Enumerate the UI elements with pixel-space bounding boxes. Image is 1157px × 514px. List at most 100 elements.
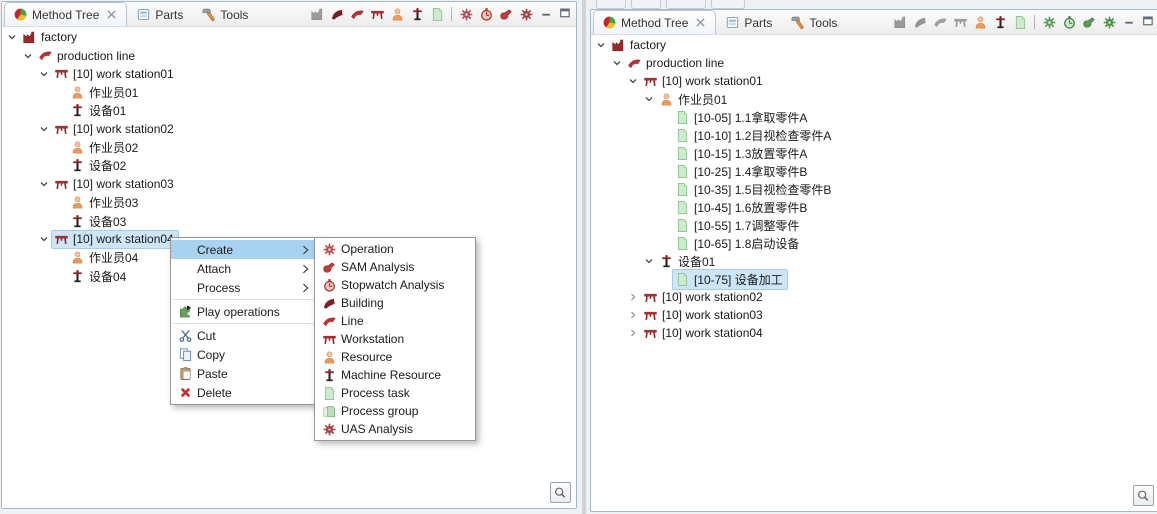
workstation-button[interactable] bbox=[367, 5, 387, 24]
tree-item-body[interactable]: [10-10] 1.2目视检查零件A bbox=[673, 126, 835, 145]
menu-item-uas-analysis[interactable]: UAS Analysis bbox=[315, 420, 475, 438]
tree-item-body[interactable]: [10] work station04 bbox=[641, 325, 767, 342]
tree-item[interactable]: production line bbox=[591, 54, 1157, 72]
tree-item-body[interactable]: [10-45] 1.6放置零件B bbox=[673, 198, 811, 217]
chevron-right-icon[interactable] bbox=[627, 309, 641, 321]
menu-item-cut[interactable]: Cut bbox=[171, 326, 316, 345]
tree-item[interactable]: [10-25] 1.4拿取零件B bbox=[591, 162, 1157, 180]
tab-parts[interactable]: Parts bbox=[716, 10, 781, 34]
menu-item-sam-analysis[interactable]: SAM Analysis bbox=[315, 258, 475, 276]
factory-button[interactable] bbox=[890, 13, 910, 32]
tree-item-body[interactable]: [10-15] 1.3放置零件A bbox=[673, 144, 811, 163]
menu-item-process-task[interactable]: Process task bbox=[315, 384, 475, 402]
tree-item-body[interactable]: factory bbox=[20, 29, 81, 46]
chevron-down-icon[interactable] bbox=[38, 233, 52, 245]
menu-item-operation[interactable]: Operation bbox=[315, 240, 475, 258]
chevron-right-icon[interactable] bbox=[627, 291, 641, 303]
chevron-down-icon[interactable] bbox=[6, 31, 20, 43]
tree-item[interactable]: [10] work station01 bbox=[2, 65, 576, 83]
menu-item-create[interactable]: Create bbox=[171, 240, 316, 259]
line-button[interactable] bbox=[930, 13, 950, 32]
chevron-down-icon[interactable] bbox=[611, 57, 625, 69]
chevron-down-icon[interactable] bbox=[38, 123, 52, 135]
tree-item[interactable]: 作业员01 bbox=[2, 83, 576, 101]
sam-button[interactable] bbox=[1079, 13, 1099, 32]
tree-item[interactable]: [10-75] 设备加工 bbox=[591, 270, 1157, 288]
tree-item-body[interactable]: [10] work station03 bbox=[52, 176, 178, 193]
chevron-down-icon[interactable] bbox=[38, 68, 52, 80]
tree-item[interactable]: 设备01 bbox=[591, 252, 1157, 270]
selected-tree-item[interactable]: [10] work station04 bbox=[52, 231, 178, 248]
tab-method-tree[interactable]: Method Tree bbox=[4, 2, 127, 26]
factory-button[interactable] bbox=[307, 5, 327, 24]
tree-item[interactable]: 设备03 bbox=[2, 212, 576, 230]
tree-item-body[interactable]: 作业员01 bbox=[68, 83, 142, 102]
minimize-view-button[interactable] bbox=[540, 7, 553, 18]
tree-item[interactable]: [10-45] 1.6放置零件B bbox=[591, 198, 1157, 216]
tree-item-body[interactable]: [10] work station02 bbox=[641, 289, 767, 306]
tree-item-body[interactable]: 设备01 bbox=[657, 252, 719, 271]
uas-button[interactable] bbox=[516, 5, 536, 24]
tab-tools[interactable]: Tools bbox=[781, 10, 846, 34]
tree-item-body[interactable]: [10-35] 1.5目视检查零件B bbox=[673, 180, 835, 199]
building-button[interactable] bbox=[910, 13, 930, 32]
menu-item-resource[interactable]: Resource bbox=[315, 348, 475, 366]
tree-item[interactable]: [10] work station02 bbox=[2, 120, 576, 138]
chevron-down-icon[interactable] bbox=[22, 50, 36, 62]
tree-item-body[interactable]: 设备02 bbox=[68, 156, 130, 175]
process-task-button[interactable] bbox=[1010, 13, 1030, 32]
tree-item[interactable]: production line bbox=[2, 46, 576, 64]
tree-item-body[interactable]: [10-55] 1.7调整零件 bbox=[673, 216, 803, 235]
tree-item[interactable]: 作业员01 bbox=[591, 90, 1157, 108]
tree-item[interactable]: 设备01 bbox=[2, 102, 576, 120]
menu-item-process-group[interactable]: Process group bbox=[315, 402, 475, 420]
tree-item-body[interactable]: 作业员01 bbox=[657, 90, 731, 109]
tree-item[interactable]: [10-55] 1.7调整零件 bbox=[591, 216, 1157, 234]
tree-item-body[interactable]: [10] work station03 bbox=[641, 307, 767, 324]
menu-item-workstation[interactable]: Workstation bbox=[315, 330, 475, 348]
chevron-down-icon[interactable] bbox=[38, 178, 52, 190]
tree-item[interactable]: [10-15] 1.3放置零件A bbox=[591, 144, 1157, 162]
tree-item[interactable]: [10-35] 1.5目视检查零件B bbox=[591, 180, 1157, 198]
close-icon[interactable] bbox=[105, 8, 118, 21]
tree-item[interactable]: 作业员02 bbox=[2, 138, 576, 156]
chevron-right-icon[interactable] bbox=[627, 327, 641, 339]
tree-item-body[interactable]: [10] work station02 bbox=[52, 121, 178, 138]
machine-resource-button[interactable] bbox=[990, 13, 1010, 32]
panel-sash[interactable] bbox=[578, 0, 589, 514]
menu-item-copy[interactable]: Copy bbox=[171, 345, 316, 364]
tree-item[interactable]: [10] work station03 bbox=[591, 306, 1157, 324]
menu-item-building[interactable]: Building bbox=[315, 294, 475, 312]
line-button[interactable] bbox=[347, 5, 367, 24]
menu-item-process[interactable]: Process bbox=[171, 278, 316, 297]
zoom-search-button[interactable] bbox=[550, 482, 571, 503]
resource-button[interactable] bbox=[387, 5, 407, 24]
resource-button[interactable] bbox=[970, 13, 990, 32]
operation-button[interactable] bbox=[456, 5, 476, 24]
tree-item[interactable]: factory bbox=[2, 28, 576, 46]
tree-item[interactable]: 设备02 bbox=[2, 157, 576, 175]
tree-item-body[interactable]: [10] work station01 bbox=[641, 73, 767, 90]
tree-item[interactable]: [10] work station02 bbox=[591, 288, 1157, 306]
machine-resource-button[interactable] bbox=[407, 5, 427, 24]
tree-item[interactable]: [10] work station01 bbox=[591, 72, 1157, 90]
tree-item[interactable]: [10-10] 1.2目视检查零件A bbox=[591, 126, 1157, 144]
tree-item[interactable]: factory bbox=[591, 36, 1157, 54]
maximize-view-button[interactable] bbox=[1141, 15, 1154, 26]
tab-tools[interactable]: Tools bbox=[192, 2, 257, 26]
chevron-down-icon[interactable] bbox=[643, 255, 657, 267]
chevron-down-icon[interactable] bbox=[627, 75, 641, 87]
tree-item-body[interactable]: 作业员03 bbox=[68, 193, 142, 212]
stopwatch-button[interactable] bbox=[476, 5, 496, 24]
tree-item[interactable]: [10-05] 1.1拿取零件A bbox=[591, 108, 1157, 126]
minimize-view-button[interactable] bbox=[1123, 15, 1136, 26]
tab-parts[interactable]: Parts bbox=[127, 2, 192, 26]
zoom-search-button[interactable] bbox=[1133, 485, 1154, 506]
tree-item-body[interactable]: [10] work station01 bbox=[52, 65, 178, 82]
tree-item[interactable]: [10] work station04 bbox=[591, 324, 1157, 342]
tree-item[interactable]: [10-65] 1.8启动设备 bbox=[591, 234, 1157, 252]
menu-item-machine-resource[interactable]: Machine Resource bbox=[315, 366, 475, 384]
uas-button[interactable] bbox=[1099, 13, 1119, 32]
tree-item-body[interactable]: [10-05] 1.1拿取零件A bbox=[673, 108, 811, 127]
tree-item-body[interactable]: 设备04 bbox=[68, 267, 130, 286]
